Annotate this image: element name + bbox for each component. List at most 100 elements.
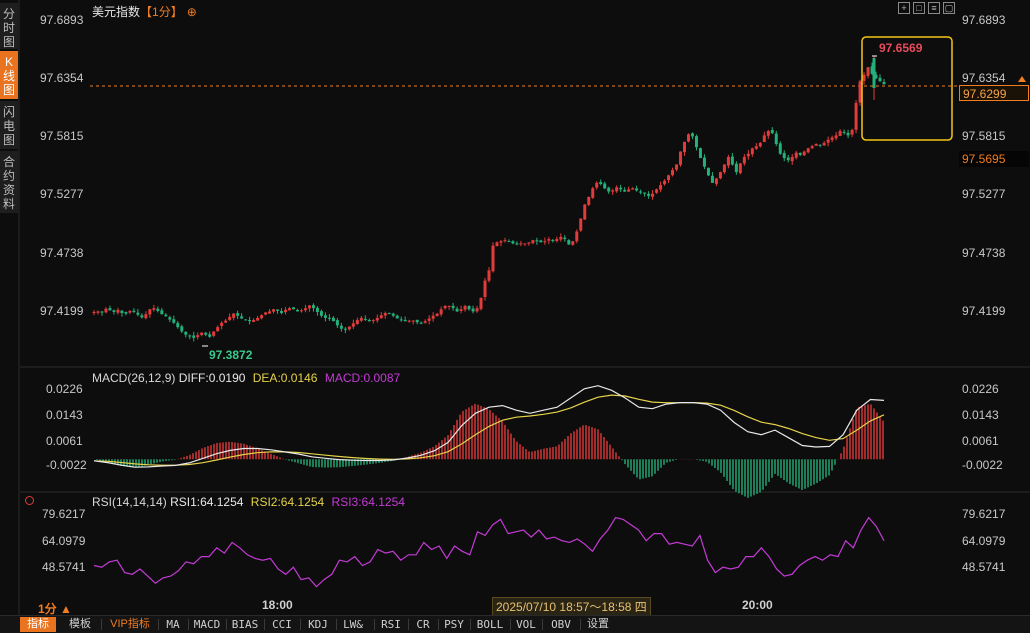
candle [295, 309, 299, 312]
crosshair-icon[interactable]: + [898, 2, 910, 14]
rsi-settings-icon[interactable] [25, 496, 34, 505]
candle [315, 307, 319, 312]
candle [483, 280, 487, 298]
macd-dea: DEA:0.0146 [252, 371, 318, 385]
candle [499, 241, 503, 243]
candle [854, 102, 858, 130]
tab-psy[interactable]: PSY [440, 617, 468, 632]
candle [826, 139, 830, 143]
tab-boll[interactable]: BOLL [472, 617, 508, 632]
tab-bias[interactable]: BIAS [228, 617, 262, 632]
candle [671, 169, 675, 176]
candle [583, 204, 587, 220]
chart-canvas[interactable]: 97.6569 97.3872 [0, 0, 1030, 632]
candle [523, 243, 527, 245]
candle [299, 310, 303, 312]
tab-vip-indicator[interactable]: VIP指标 [104, 617, 156, 632]
rsi2-value: RSI2:64.1254 [250, 495, 325, 509]
macd-tick-left: 0.0226 [46, 382, 83, 396]
tab-kline[interactable]: K线图 [0, 51, 18, 99]
tab-cr[interactable]: CR [410, 617, 436, 632]
candle [794, 152, 798, 158]
time-tick: 18:00 [262, 598, 293, 612]
tab-vol[interactable]: VOL [512, 617, 540, 632]
tab-cci[interactable]: CCI [266, 617, 298, 632]
candle [140, 315, 144, 318]
candle [611, 190, 615, 192]
candle [132, 310, 136, 312]
candle [112, 310, 116, 312]
candle [639, 191, 643, 193]
tab-settings[interactable]: 设置 [582, 617, 614, 632]
zoom-icon[interactable]: □ [913, 2, 925, 14]
candle [579, 218, 583, 231]
candle [575, 231, 579, 242]
tab-obv[interactable]: OBV [544, 617, 578, 632]
candle [694, 136, 698, 148]
period-label[interactable]: 【1分】 [140, 5, 183, 19]
candle [507, 241, 511, 243]
crosshair-time-label: 2025/07/10 18:57～18:58 四 [492, 597, 651, 616]
candle [766, 131, 770, 136]
candle [92, 311, 96, 314]
candle [311, 305, 315, 309]
candle [686, 134, 690, 142]
candle [411, 320, 415, 322]
rsi-tick-left: 64.0979 [42, 534, 86, 548]
tab-ma[interactable]: MA [160, 617, 186, 632]
macd-tick-right: 0.0143 [962, 408, 999, 422]
macd-title: MACD(26,12,9) [92, 371, 176, 385]
candle [734, 163, 738, 173]
tab-timeshare[interactable]: 分时图 [0, 3, 18, 49]
add-icon[interactable]: ⊕ [187, 5, 197, 19]
candle [663, 180, 667, 185]
macd-header[interactable]: MACD(26,12,9) DIFF:0.0190 DEA:0.0146 MAC… [92, 371, 400, 385]
rsi-line [93, 516, 885, 588]
tab-contract-info[interactable]: 合约资料 [0, 151, 18, 213]
candle [603, 183, 607, 189]
candle [543, 241, 547, 243]
candle [172, 319, 176, 323]
price-tick-right: 97.6893 [962, 13, 1006, 27]
candle [531, 240, 535, 244]
candle [407, 320, 411, 322]
candle [391, 313, 395, 316]
candle [403, 319, 407, 322]
candle [878, 77, 882, 82]
price-tick-left: 97.4738 [40, 246, 84, 260]
tab-rsi[interactable]: RSI [376, 617, 406, 632]
candle [714, 178, 718, 184]
candle [100, 311, 104, 313]
candle [675, 164, 679, 170]
tab-kdj[interactable]: KDJ [302, 617, 334, 632]
chart-type-icon[interactable]: ≡ [928, 2, 940, 14]
candle [627, 189, 631, 192]
candle [256, 317, 260, 321]
candle [208, 334, 212, 337]
candle [810, 146, 814, 149]
candle [718, 172, 722, 179]
tab-flash-chart[interactable]: 闪电图 [0, 101, 18, 149]
candle [204, 332, 208, 335]
candle [710, 175, 714, 183]
tab-lwr[interactable]: LW& [338, 617, 368, 632]
candle [108, 308, 112, 311]
candle [547, 239, 551, 241]
candle [116, 309, 120, 313]
price-tick-right: 97.6354 [962, 71, 1006, 85]
rsi-header[interactable]: RSI(14,14,14) RSI1:64.1254 RSI2:64.1254 … [92, 495, 405, 509]
candle [655, 189, 659, 193]
candle [866, 67, 870, 76]
candle [351, 323, 355, 327]
price-tick-right: 97.5277 [962, 187, 1006, 201]
candle [176, 322, 180, 328]
rsi3-value: RSI3:64.1254 [331, 495, 405, 509]
candle [244, 319, 248, 321]
candle [830, 137, 834, 140]
candle [774, 133, 778, 145]
window-icon[interactable]: ▢ [943, 2, 955, 14]
tab-template[interactable]: 模板 [62, 617, 98, 632]
tab-indicator[interactable]: 指标 [20, 617, 56, 632]
tab-macd[interactable]: MACD [190, 617, 224, 632]
low-price-label: 97.3872 [209, 348, 253, 362]
